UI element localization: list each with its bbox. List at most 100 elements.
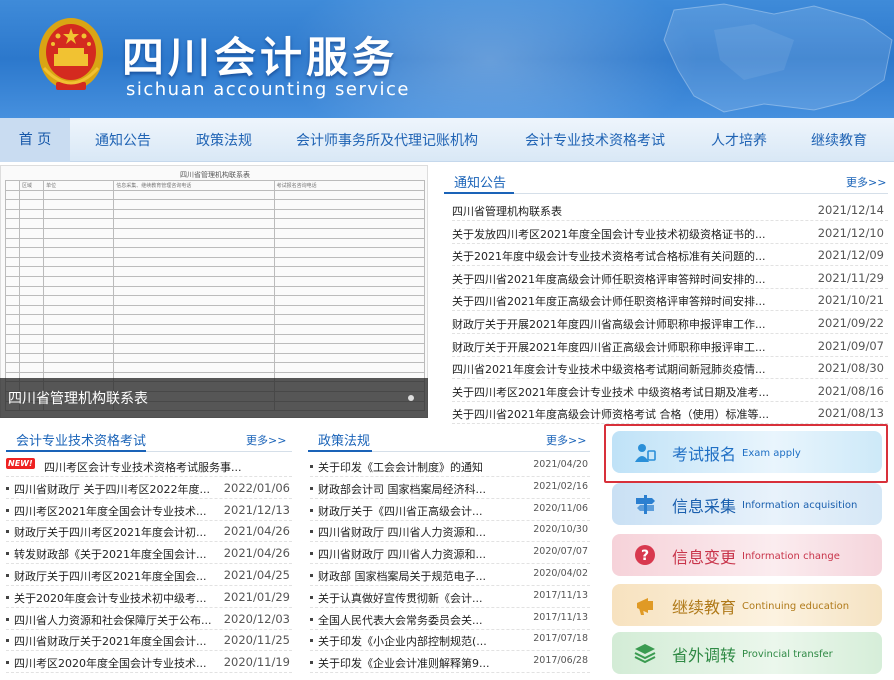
list-item[interactable]: 财政部 国家档案局关于规范电子... 2020/04/02 <box>310 564 590 586</box>
list-item-title[interactable]: 财政部 国家档案局关于规范电子... <box>318 568 498 584</box>
service-card-information-change[interactable]: ? 信息变更 Information change <box>612 534 882 576</box>
service-card-sublabel[interactable]: Information change <box>742 551 840 562</box>
list-item[interactable]: NEW! 四川考区会计专业技术资格考试服务事... <box>6 455 292 477</box>
list-item[interactable]: 四川省财政厅 四川省人力资源和... 2020/10/30 <box>310 520 590 543</box>
list-item-title[interactable]: 四川省财政厅关于2021年度全国会计... <box>14 633 214 649</box>
notice-title[interactable]: 四川省2021年度会计专业技术中级资格考试期间新冠肺炎疫情... <box>452 361 787 377</box>
slideshow-caption-bar[interactable]: 四川省管理机构联系表 <box>0 378 428 418</box>
list-item[interactable]: 转发财政部《关于2021年度全国会计... 2021/04/26 <box>6 542 292 565</box>
notice-item[interactable]: 财政厅关于开展2021年度四川省高级会计师职称申报评审工作... 2021/09/… <box>452 312 888 334</box>
service-card-continuing-education[interactable]: 继续教育 Continuing education <box>612 584 882 626</box>
list-item[interactable]: 财政厅关于《四川省正高级会计... 2020/11/06 <box>310 499 590 521</box>
list-item-title[interactable]: 财政厅关于《四川省正高级会计... <box>318 503 498 519</box>
list-item[interactable]: 全国人民代表大会常务委员会关... 2017/11/13 <box>310 608 590 630</box>
list-item[interactable]: 关于印发《企业会计准则解释第9... 2017/06/28 <box>310 651 590 674</box>
list-item[interactable]: 四川省财政厅 四川省人力资源和... 2020/07/07 <box>310 542 590 565</box>
slideshow-caption[interactable]: 四川省管理机构联系表 <box>8 388 148 408</box>
service-card-label[interactable]: 继续教育 <box>672 594 736 618</box>
service-card-label[interactable]: 省外调转 <box>672 642 736 666</box>
site-logo-text: 四川会计服务 <box>122 33 399 82</box>
list-item-title[interactable]: 关于2020年度会计专业技术初中级考... <box>14 590 214 606</box>
notice-title[interactable]: 关于四川省2021年度正高级会计师任职资格评审答辩时间安排... <box>452 293 787 309</box>
notice-item[interactable]: 关于四川省2021年度正高级会计师任职资格评审答辩时间安排... 2021/10/… <box>452 289 888 312</box>
service-card-sublabel[interactable]: Continuing education <box>742 601 849 612</box>
notice-item[interactable]: 关于发放四川考区2021年度全国会计专业技术初级资格证书的... 2021/12/… <box>452 222 888 244</box>
list-item-title[interactable]: 四川省财政厅 四川省人力资源和... <box>318 546 498 562</box>
list-item[interactable]: 关于认真做好宣传贯彻新《会计... 2017/11/13 <box>310 586 590 608</box>
notice-title[interactable]: 财政厅关于开展2021年度四川省正高级会计师职称申报评审工... <box>452 339 787 355</box>
list-item-title[interactable]: 四川省财政厅 关于四川考区2022年度... <box>14 481 214 497</box>
notice-item[interactable]: 四川省2021年度会计专业技术中级资格考试期间新冠肺炎疫情... 2021/08/… <box>452 357 888 380</box>
nav-notices[interactable]: 通知公告 <box>95 130 151 150</box>
doc-row <box>4 275 426 287</box>
nav-policy[interactable]: 政策法规 <box>196 130 252 150</box>
list-item-title[interactable]: 四川省人力资源和社会保障厅关于公布... <box>14 612 214 628</box>
doc-row <box>4 362 426 373</box>
doc-cell <box>113 352 275 364</box>
notice-item[interactable]: 四川省管理机构联系表 2021/12/14 <box>452 199 888 221</box>
service-card-label[interactable]: 信息变更 <box>672 544 736 568</box>
list-item-title[interactable]: 四川省财政厅 四川省人力资源和... <box>318 524 498 540</box>
notice-item[interactable]: 财政厅关于开展2021年度四川省正高级会计师职称申报评审工... 2021/09/… <box>452 335 888 357</box>
doc-cell <box>43 295 115 306</box>
list-item[interactable]: 四川省财政厅关于2021年度全国会计... 2020/11/25 <box>6 629 292 652</box>
list-item-title[interactable]: 四川考区2020年度全国会计专业技术... <box>14 655 214 671</box>
list-item[interactable]: 四川考区2021年度全国会计专业技术... 2021/12/13 <box>6 499 292 521</box>
list-item[interactable]: 四川省财政厅 关于四川考区2022年度... 2022/01/06 <box>6 477 292 499</box>
list-item-title[interactable]: 财政厅关于四川考区2021年度会计初... <box>14 524 214 540</box>
notice-title[interactable]: 四川省管理机构联系表 <box>452 203 787 219</box>
list-item-title[interactable]: 关于印发《小企业内部控制规范(... <box>318 633 498 649</box>
nav-home[interactable]: 首 页 <box>0 118 70 162</box>
list-item[interactable]: 关于印发《工会会计制度》的通知 2021/04/20 <box>310 455 590 477</box>
notice-item[interactable]: 关于四川考区2021年度会计专业技术 中级资格考试日期及准考... 2021/08… <box>452 380 888 402</box>
service-card-label[interactable]: 信息采集 <box>672 493 736 517</box>
list-item-title[interactable]: 转发财政部《关于2021年度全国会计... <box>14 546 214 562</box>
doc-cell <box>43 237 115 249</box>
doc-cell <box>273 314 426 325</box>
notice-date: 2021/10/21 <box>817 293 884 308</box>
service-card-provincial-transfer[interactable]: 省外调转 Provincial transfer <box>612 632 882 674</box>
notice-title[interactable]: 财政厅关于开展2021年度四川省高级会计师职称申报评审工作... <box>452 316 787 332</box>
list-item[interactable]: 财政厅关于四川考区2021年度会计初... 2021/04/26 <box>6 520 292 543</box>
notice-item[interactable]: 关于四川省2021年度高级会计师任职资格评审答辩时间安排的... 2021/11/… <box>452 267 888 289</box>
exam-section-title[interactable]: 会计专业技术资格考试 <box>16 430 146 449</box>
notice-date: 2021/12/10 <box>817 225 884 240</box>
notice-title[interactable]: 关于2021年度中级会计专业技术资格考试合格标准有关问题的... <box>452 248 787 264</box>
list-item[interactable]: 关于印发《小企业内部控制规范(... 2017/07/18 <box>310 629 590 652</box>
doc-cell <box>4 343 21 354</box>
service-card-sublabel[interactable]: Provincial transfer <box>742 649 833 660</box>
notices-title[interactable]: 通知公告 <box>454 172 506 191</box>
notice-title[interactable]: 关于四川省2021年度高级会计师任职资格评审答辩时间安排的... <box>452 271 787 287</box>
notice-title[interactable]: 关于四川省2021年度高级会计师资格考试 合格（使用）标准等... <box>452 406 787 422</box>
list-item[interactable]: 财政厅关于四川考区2021年度全国会... 2021/04/25 <box>6 564 292 586</box>
policy-more-link[interactable]: 更多>> <box>546 432 586 448</box>
list-item-title[interactable]: 全国人民代表大会常务委员会关... <box>318 612 498 628</box>
service-card-information-acquisition[interactable]: 信息采集 Information acquisition <box>612 483 882 525</box>
list-item-title[interactable]: 关于印发《企业会计准则解释第9... <box>318 655 498 671</box>
service-card-sublabel[interactable]: Information acquisition <box>742 500 857 511</box>
list-item[interactable]: 四川考区2020年度全国会计专业技术... 2020/11/19 <box>6 651 292 674</box>
notice-title[interactable]: 关于四川考区2021年度会计专业技术 中级资格考试日期及准考... <box>452 384 787 400</box>
list-item-title[interactable]: 四川考区2021年度全国会计专业技术... <box>14 503 214 519</box>
list-item[interactable]: 财政部会计司 国家档案局经济科... 2021/02/16 <box>310 477 590 499</box>
policy-section-title[interactable]: 政策法规 <box>318 430 370 449</box>
slideshow-dot[interactable] <box>408 395 414 401</box>
notice-item[interactable]: 关于2021年度中级会计专业技术资格考试合格标准有关问题的... 2021/12/… <box>452 244 888 267</box>
list-item-title[interactable]: 关于印发《工会会计制度》的通知 <box>318 459 498 475</box>
nav-exam[interactable]: 会计专业技术资格考试 <box>525 130 665 150</box>
notices-more-link[interactable]: 更多>> <box>846 174 886 190</box>
notice-title[interactable]: 关于发放四川考区2021年度全国会计专业技术初级资格证书的... <box>452 226 787 242</box>
list-item-title[interactable]: 财政厅关于四川考区2021年度全国会... <box>14 568 214 584</box>
list-item-title[interactable]: 关于认真做好宣传贯彻新《会计... <box>318 590 498 606</box>
doc-row <box>4 314 426 325</box>
list-item[interactable]: 关于2020年度会计专业技术初中级考... 2021/01/29 <box>6 586 292 608</box>
list-item-title[interactable]: 财政部会计司 国家档案局经济科... <box>318 481 498 497</box>
nav-continuing-education[interactable]: 继续教育 <box>811 130 867 150</box>
notice-item[interactable]: 关于四川省2021年度高级会计师资格考试 合格（使用）标准等... 2021/08… <box>452 402 888 425</box>
nav-firms[interactable]: 会计师事务所及代理记账机构 <box>296 130 478 150</box>
list-item-title[interactable]: 四川考区会计专业技术资格考试服务事... <box>44 459 244 475</box>
doc-cell <box>4 304 21 316</box>
nav-training[interactable]: 人才培养 <box>711 130 767 150</box>
list-item[interactable]: 四川省人力资源和社会保障厅关于公布... 2020/12/03 <box>6 608 292 630</box>
exam-more-link[interactable]: 更多>> <box>246 432 286 448</box>
